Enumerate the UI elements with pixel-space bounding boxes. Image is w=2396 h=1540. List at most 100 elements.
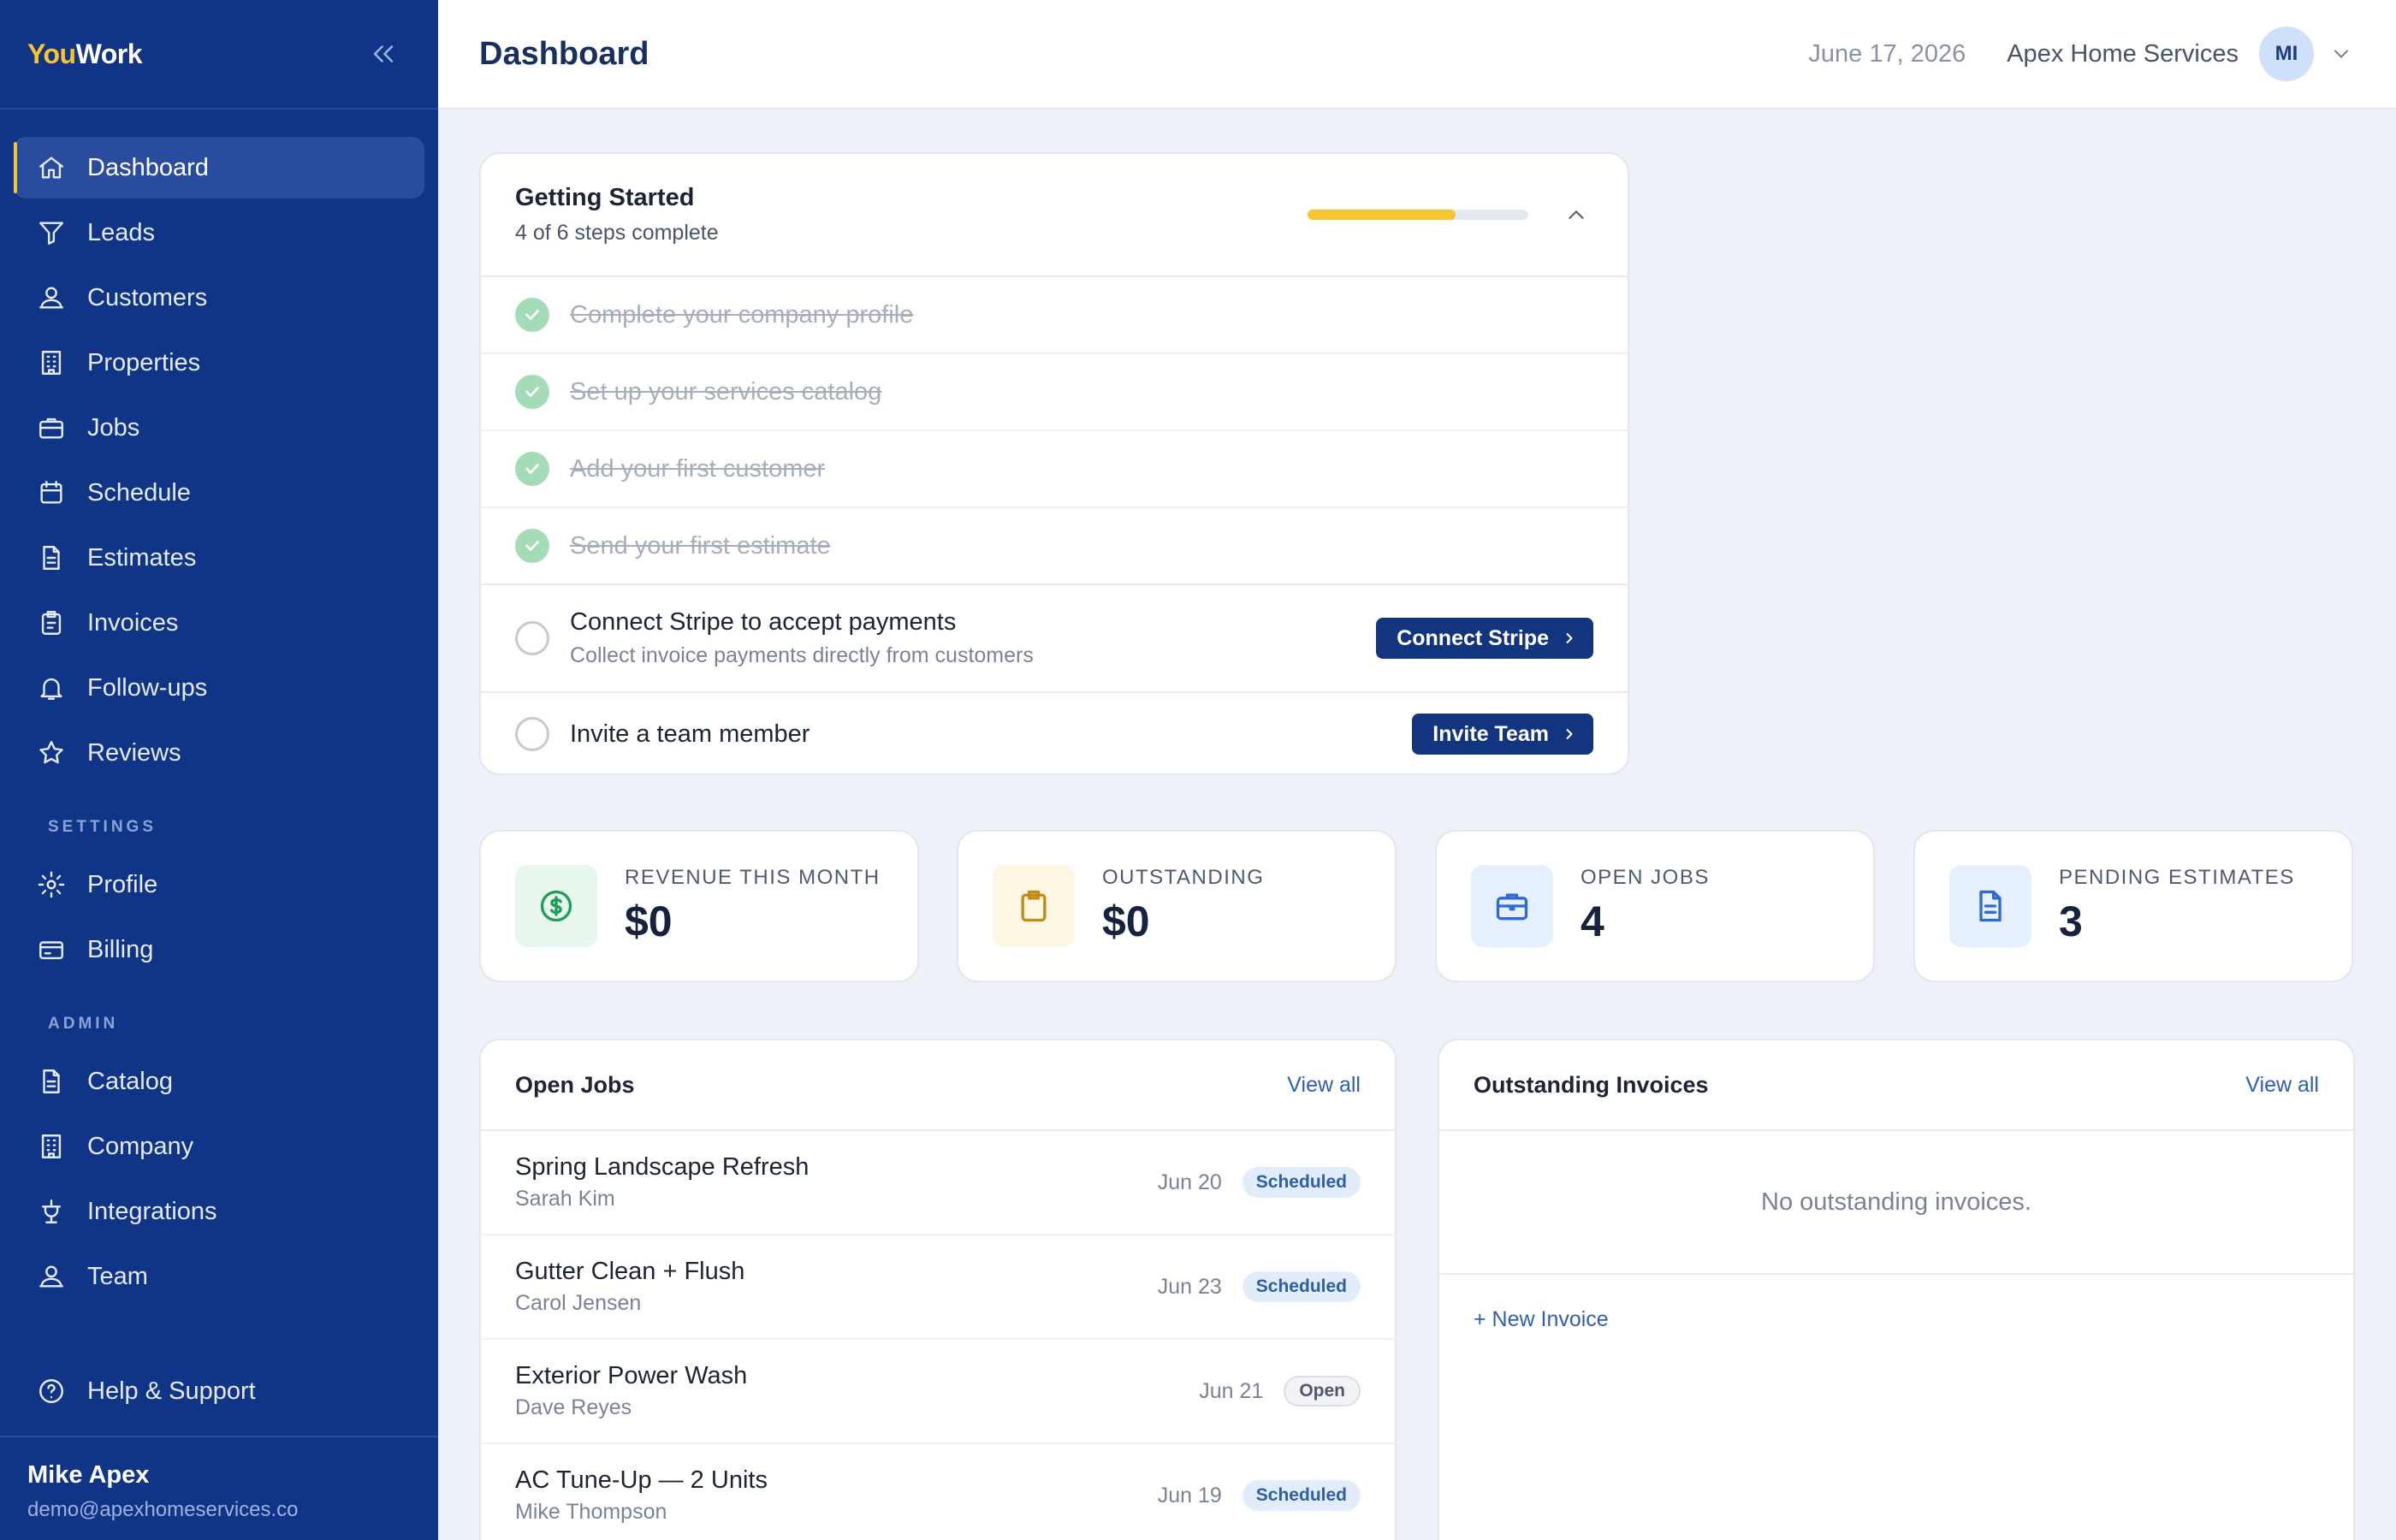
- outstanding-invoices-panel: Outstanding Invoices View all No outstan…: [1438, 1039, 2355, 1540]
- sidebar-item-label: Invoices: [87, 608, 179, 637]
- brand-logo-part1: You: [27, 38, 76, 69]
- sidebar-item-label: Profile: [87, 870, 158, 898]
- sidebar-item-label: Team: [87, 1262, 148, 1290]
- user-profile[interactable]: Mike Apex demo@apexhomeservices.co: [0, 1436, 438, 1540]
- double-chevron-left-icon: [373, 45, 394, 62]
- credit-card-icon: [39, 941, 63, 960]
- sidebar-item-dashboard[interactable]: Dashboard: [14, 137, 424, 198]
- step-title: Invite a team member: [570, 720, 810, 748]
- step-label: Set up your services catalog: [570, 377, 882, 406]
- step-first-estimate[interactable]: Send your first estimate: [481, 508, 1628, 585]
- step-label: Complete your company profile: [570, 300, 914, 329]
- step-company-profile[interactable]: Complete your company profile: [481, 277, 1628, 354]
- help-circle-icon: [39, 1379, 63, 1403]
- sidebar-item-label: Billing: [87, 935, 154, 963]
- empty-circle-icon: [515, 717, 549, 751]
- sidebar-item-estimates[interactable]: Estimates: [14, 527, 424, 589]
- stat-value: $0: [625, 897, 673, 945]
- new-invoice-link[interactable]: + New Invoice: [1439, 1275, 2353, 1332]
- collapse-sidebar-button[interactable]: [366, 37, 400, 71]
- clipboard-icon: [1021, 890, 1047, 922]
- briefcase-icon: [39, 418, 63, 439]
- open-jobs-view-all-link[interactable]: View all: [1287, 1073, 1361, 1098]
- document-icon: [43, 546, 60, 570]
- sidebar-item-label: Follow-ups: [87, 673, 208, 702]
- sidebar-item-label: Properties: [87, 348, 201, 376]
- sidebar-item-follow-ups[interactable]: Follow-ups: [14, 657, 424, 719]
- settings-section-label: SETTINGS: [48, 818, 157, 836]
- table-row[interactable]: Spring Landscape Refresh Sarah Kim Jun 2…: [481, 1131, 1395, 1235]
- step-label: Send your first estimate: [570, 531, 831, 560]
- table-row[interactable]: Gutter Clean + Flush Carol Jensen Jun 23…: [481, 1235, 1395, 1340]
- invite-team-button[interactable]: Invite Team: [1412, 714, 1593, 755]
- chevron-down-icon: [2334, 50, 2349, 58]
- stat-value: 3: [2059, 897, 2083, 945]
- sidebar-item-integrations[interactable]: Integrations: [14, 1181, 424, 1242]
- stat-card-pending-estimates[interactable]: PENDING ESTIMATES 3: [1913, 830, 2353, 982]
- job-title: Spring Landscape Refresh: [515, 1153, 810, 1181]
- sidebar-item-label: Integrations: [87, 1197, 217, 1225]
- sidebar-item-catalog[interactable]: Catalog: [14, 1051, 424, 1112]
- stat-value: 4: [1581, 897, 1604, 945]
- step-title: Connect Stripe to accept payments: [570, 608, 957, 636]
- table-row[interactable]: AC Tune-Up — 2 Units Mike Thompson Jun 1…: [481, 1444, 1395, 1540]
- main-nav: Dashboard Leads Customers Properties Job…: [0, 110, 438, 1307]
- sidebar-item-properties[interactable]: Properties: [14, 332, 424, 394]
- chevron-right-icon: [1566, 633, 1573, 643]
- sidebar-item-label: Customers: [87, 283, 208, 311]
- company-name[interactable]: Apex Home Services: [2007, 40, 2239, 68]
- sidebar-item-leads[interactable]: Leads: [14, 202, 424, 264]
- calendar-icon: [40, 481, 62, 504]
- table-row[interactable]: Exterior Power Wash Dave Reyes Jun 21 Op…: [481, 1340, 1395, 1444]
- sidebar-item-schedule[interactable]: Schedule: [14, 462, 424, 524]
- sidebar-item-label: Reviews: [87, 738, 181, 767]
- getting-started-subtitle: 4 of 6 steps complete: [515, 221, 719, 245]
- connect-stripe-button[interactable]: Connect Stripe: [1376, 618, 1593, 659]
- collapse-getting-started-button[interactable]: [1559, 198, 1593, 232]
- sidebar-item-label: Help & Support: [87, 1377, 256, 1405]
- stat-label: OUTSTANDING: [1102, 866, 1265, 889]
- getting-started-header: Getting Started 4 of 6 steps complete: [481, 154, 1628, 277]
- invoices-view-all-link[interactable]: View all: [2245, 1073, 2319, 1098]
- empty-state-message: No outstanding invoices.: [1439, 1131, 2353, 1275]
- sidebar-item-invoices[interactable]: Invoices: [14, 592, 424, 654]
- sidebar-item-team[interactable]: Team: [14, 1246, 424, 1307]
- chevron-up-icon: [1569, 210, 1584, 219]
- status-badge: Scheduled: [1242, 1167, 1361, 1198]
- job-title: Exterior Power Wash: [515, 1362, 748, 1389]
- sidebar-item-label: Dashboard: [87, 153, 209, 181]
- bell-icon: [40, 678, 62, 700]
- stat-icon-box: [515, 865, 597, 947]
- home-icon: [39, 157, 63, 179]
- funnel-icon: [39, 222, 63, 245]
- step-services-catalog[interactable]: Set up your services catalog: [481, 354, 1628, 431]
- getting-started-card: Getting Started 4 of 6 steps complete Co…: [479, 152, 1629, 775]
- panel-title: Open Jobs: [515, 1071, 635, 1098]
- sidebar-item-company[interactable]: Company: [14, 1116, 424, 1177]
- sidebar-item-profile[interactable]: Profile: [14, 854, 424, 915]
- step-first-customer[interactable]: Add your first customer: [481, 431, 1628, 508]
- top-header: Dashboard June 17, 2026 Apex Home Servic…: [438, 0, 2396, 110]
- step-description: Collect invoice payments directly from c…: [570, 643, 1034, 667]
- job-date: Jun 21: [1199, 1378, 1264, 1403]
- job-date: Jun 19: [1157, 1483, 1222, 1507]
- stat-value: $0: [1102, 897, 1150, 945]
- check-circle-icon: [515, 375, 549, 409]
- stat-card-revenue[interactable]: REVENUE THIS MONTH $0: [479, 830, 919, 982]
- stat-card-open-jobs[interactable]: OPEN JOBS 4: [1435, 830, 1875, 982]
- sidebar-item-billing[interactable]: Billing: [14, 919, 424, 980]
- sidebar-item-label: Schedule: [87, 478, 191, 506]
- sidebar-item-label: Jobs: [87, 413, 140, 441]
- avatar[interactable]: MI: [2259, 27, 2314, 81]
- account-menu-toggle[interactable]: [2328, 40, 2355, 68]
- building-icon: [41, 1134, 62, 1158]
- sidebar-item-reviews[interactable]: Reviews: [14, 722, 424, 784]
- stat-label: REVENUE THIS MONTH: [625, 866, 881, 889]
- sidebar-item-customers[interactable]: Customers: [14, 267, 424, 329]
- sidebar-item-jobs[interactable]: Jobs: [14, 397, 424, 459]
- brand-logo[interactable]: YouWork: [27, 38, 142, 70]
- sidebar-item-help[interactable]: Help & Support: [14, 1360, 424, 1422]
- getting-started-progress: [1308, 210, 1528, 220]
- stat-card-outstanding[interactable]: OUTSTANDING $0: [957, 830, 1397, 982]
- sidebar-item-label: Leads: [87, 218, 156, 246]
